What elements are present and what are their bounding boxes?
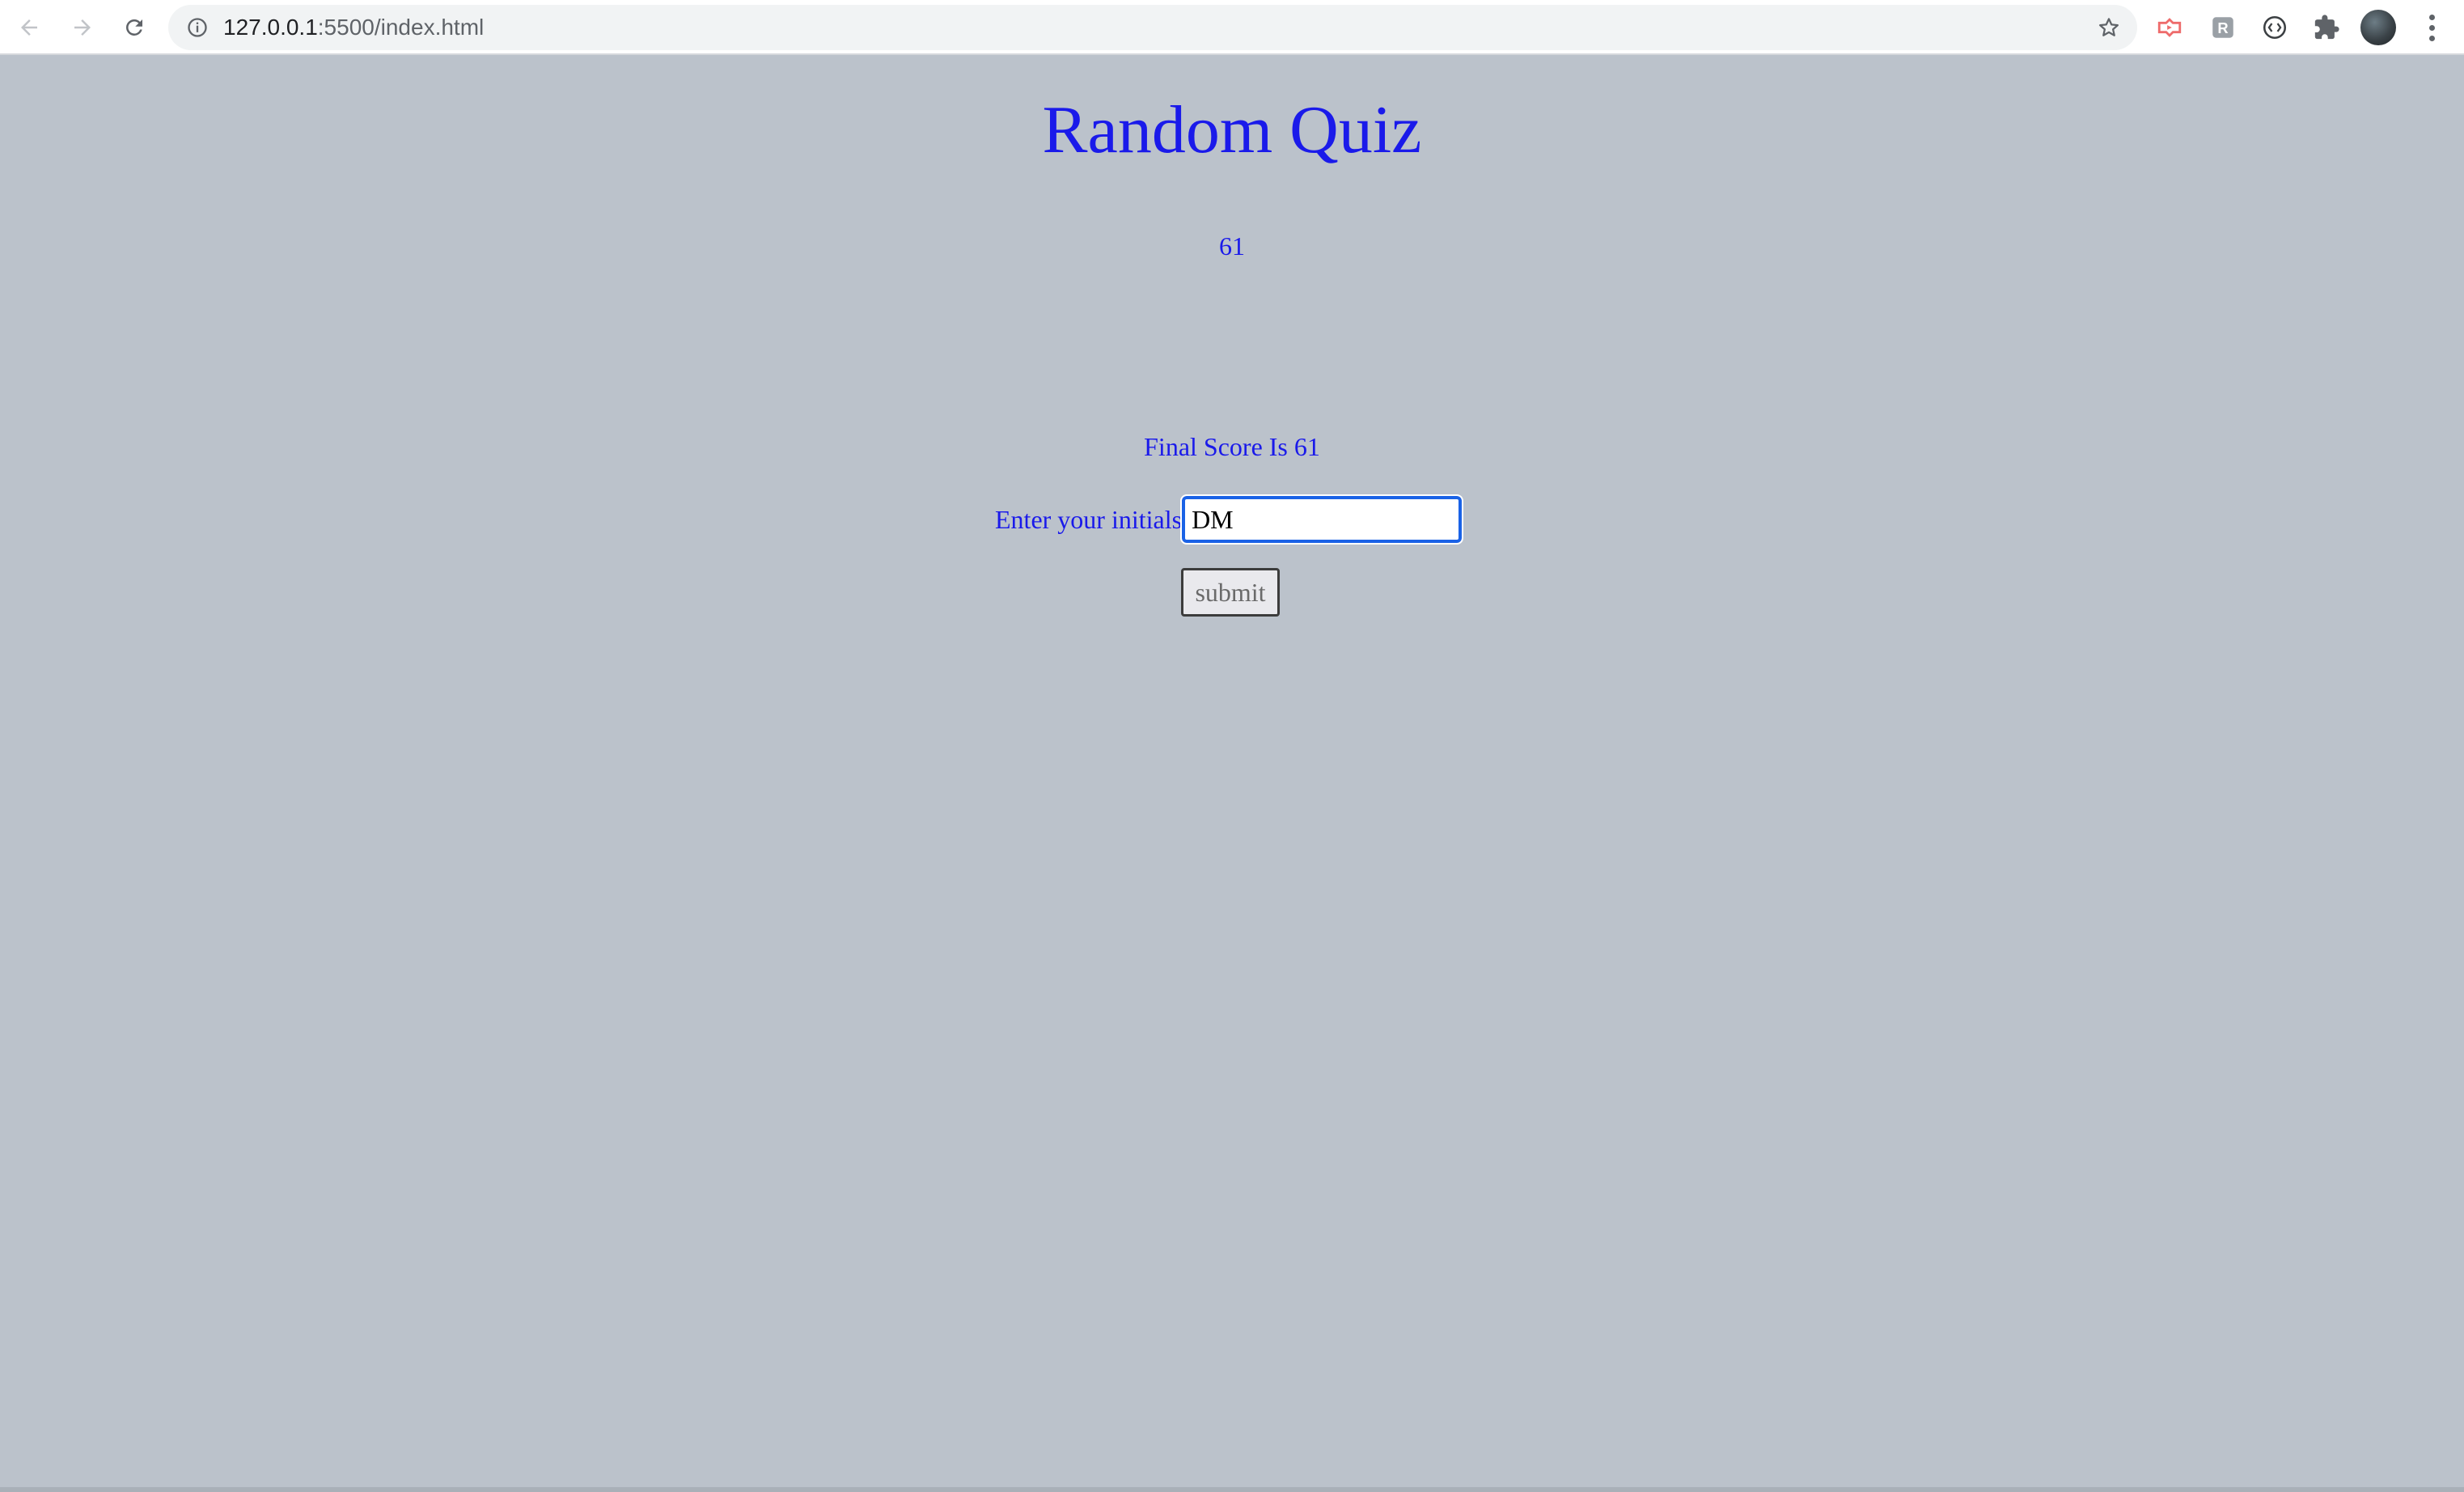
- bottom-edge: [0, 1487, 2464, 1492]
- reload-button[interactable]: [116, 10, 152, 45]
- reload-icon: [126, 19, 142, 36]
- avatar[interactable]: [2360, 10, 2396, 45]
- initials-input[interactable]: [1180, 494, 1464, 545]
- svg-text:R: R: [2217, 19, 2228, 36]
- brackets-extension-icon[interactable]: [2259, 11, 2291, 44]
- puzzle-icon[interactable]: [2310, 11, 2343, 44]
- info-icon[interactable]: [186, 16, 209, 39]
- gray-r-extension-icon[interactable]: R: [2207, 11, 2239, 44]
- back-button[interactable]: [11, 10, 47, 45]
- url-path: :5500/index.html: [317, 15, 485, 40]
- page-title: Random Quiz: [1042, 92, 1422, 167]
- initials-label: Enter your initials: [995, 504, 1183, 534]
- back-arrow-icon: [21, 19, 37, 36]
- submit-button[interactable]: submit: [1181, 568, 1280, 617]
- initials-form: Enter your initials: [995, 494, 1464, 545]
- forward-button[interactable]: [65, 10, 100, 45]
- browser-toolbar: 127.0.0.1:5500/index.html R: [0, 0, 2464, 55]
- timer-value: 61: [1219, 231, 1245, 261]
- forward-arrow-icon: [74, 19, 91, 36]
- url-text: 127.0.0.1:5500/index.html: [223, 5, 484, 50]
- address-bar[interactable]: 127.0.0.1:5500/index.html: [168, 5, 2137, 50]
- red-extension-icon[interactable]: [2153, 11, 2186, 44]
- url-host: 127.0.0.1: [223, 15, 318, 40]
- page-content: Random Quiz 61 Final Score Is 61 Enter y…: [0, 55, 2464, 1492]
- kebab-menu-icon[interactable]: [2417, 10, 2446, 45]
- final-score-text: Final Score Is 61: [1144, 432, 1320, 461]
- star-icon[interactable]: [2097, 15, 2121, 40]
